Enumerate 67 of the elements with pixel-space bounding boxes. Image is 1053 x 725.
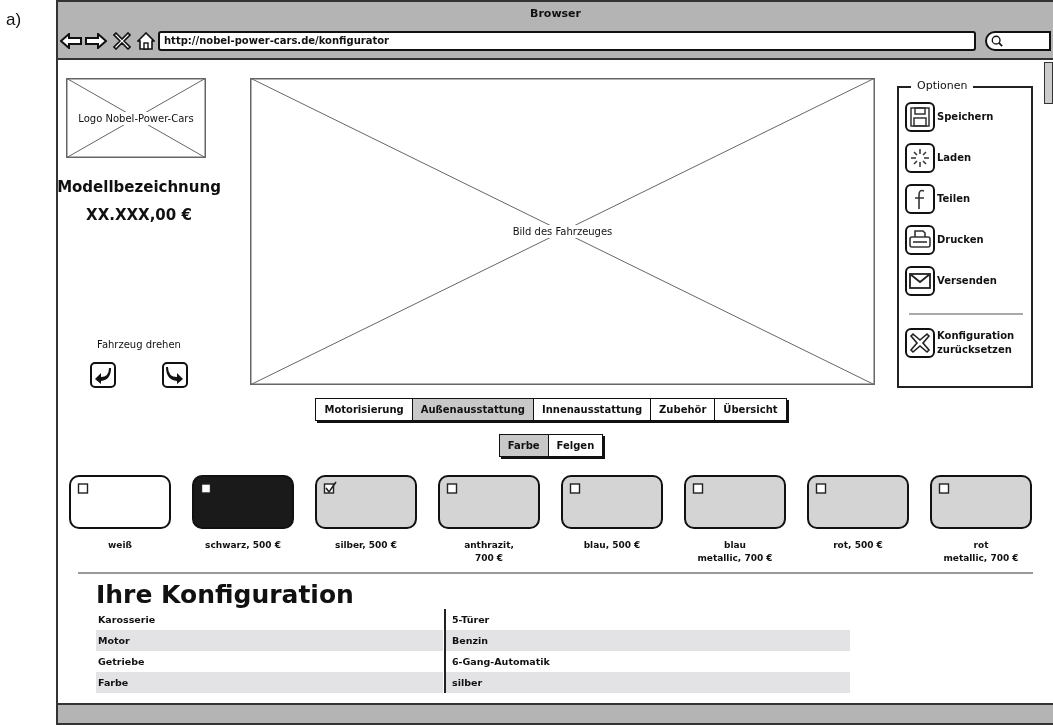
address-field[interactable]: http://nobel-power-cars.de/konfigurator	[158, 31, 976, 51]
color-swatch[interactable]	[315, 475, 417, 529]
color-label: rot metallic, 700 €	[943, 539, 1019, 565]
scrollbar[interactable]	[1044, 62, 1053, 104]
printer-icon[interactable]	[905, 225, 935, 255]
color-label: rot, 500 €	[833, 539, 883, 552]
option-label[interactable]: Teilen	[937, 192, 971, 206]
search-field[interactable]	[985, 31, 1051, 51]
table-cell: Motor	[96, 630, 443, 652]
envelope-icon[interactable]	[905, 266, 935, 296]
tab[interactable]: Übersicht	[714, 398, 787, 421]
option-label[interactable]: Versenden	[937, 274, 997, 288]
color-swatch[interactable]	[684, 475, 786, 529]
color-swatch[interactable]	[438, 475, 540, 529]
table-cell: Farbe	[96, 672, 443, 694]
checkbox[interactable]	[200, 481, 214, 495]
tab[interactable]: Außenausstattung	[411, 398, 534, 421]
vehicle-image-label: Bild des Fahrzeuges	[510, 225, 615, 238]
color-label: schwarz, 500 €	[205, 539, 281, 552]
checkbox[interactable]	[938, 481, 952, 495]
table-cell-text: Karosserie	[97, 613, 157, 628]
option-label[interactable]: Speichern	[937, 110, 994, 124]
checkbox[interactable]	[446, 481, 460, 495]
letter-f-icon[interactable]	[905, 184, 935, 214]
table-cell: Benzin	[444, 630, 850, 652]
configuration-title: Ihre Konfiguration	[96, 580, 355, 610]
window-title: Browser	[530, 6, 581, 20]
color-label: blau metallic, 700 €	[697, 539, 773, 565]
color-label: anthrazit, 700 €	[464, 539, 514, 565]
checkbox[interactable]	[77, 481, 91, 495]
tab[interactable]: Motorisierung	[315, 398, 413, 421]
option-label[interactable]: Drucken	[937, 233, 984, 247]
spinner-icon[interactable]	[905, 143, 935, 173]
color-label: weiß	[108, 539, 132, 552]
checkbox[interactable]	[815, 481, 829, 495]
checkbox[interactable]	[323, 481, 337, 495]
color-swatch[interactable]	[561, 475, 663, 529]
color-swatch[interactable]	[930, 475, 1032, 529]
close-icon[interactable]	[905, 328, 935, 358]
sub-tab[interactable]: Felgen	[547, 434, 604, 457]
color-label: silber, 500 €	[335, 539, 397, 552]
table-cell: silber	[444, 672, 850, 694]
color-swatch[interactable]	[192, 475, 294, 529]
table-cell-text: Getriebe	[97, 655, 146, 670]
rotate-label: Fahrzeug drehen	[97, 339, 181, 350]
checkbox[interactable]	[692, 481, 706, 495]
figure-label: a)	[5, 9, 23, 31]
search-icon	[991, 35, 1003, 47]
model-price: XX.XXX,00 €	[86, 206, 192, 224]
close-icon[interactable]	[113, 32, 131, 50]
color-label: blau, 500 €	[583, 539, 641, 552]
sub-tab[interactable]: Farbe	[498, 434, 549, 457]
model-name: Modellbezeichnung	[57, 178, 221, 196]
rotate-right-button[interactable]	[162, 362, 188, 388]
checkbox[interactable]	[569, 481, 583, 495]
tab[interactable]: Zubehör	[650, 398, 716, 421]
forward-icon[interactable]	[85, 33, 107, 49]
color-swatch[interactable]	[807, 475, 909, 529]
color-swatch[interactable]	[69, 475, 171, 529]
rotate-left-button[interactable]	[90, 362, 116, 388]
back-icon[interactable]	[60, 33, 82, 49]
option-label[interactable]: Konfiguration zurücksetzen	[937, 329, 1027, 357]
option-label[interactable]: Laden	[937, 151, 972, 165]
home-icon[interactable]	[137, 32, 155, 50]
tab[interactable]: Innenausstattung	[533, 398, 652, 421]
options-title: Optionen	[911, 79, 974, 92]
logo-label: Logo Nobel-Power-Cars	[76, 111, 196, 125]
